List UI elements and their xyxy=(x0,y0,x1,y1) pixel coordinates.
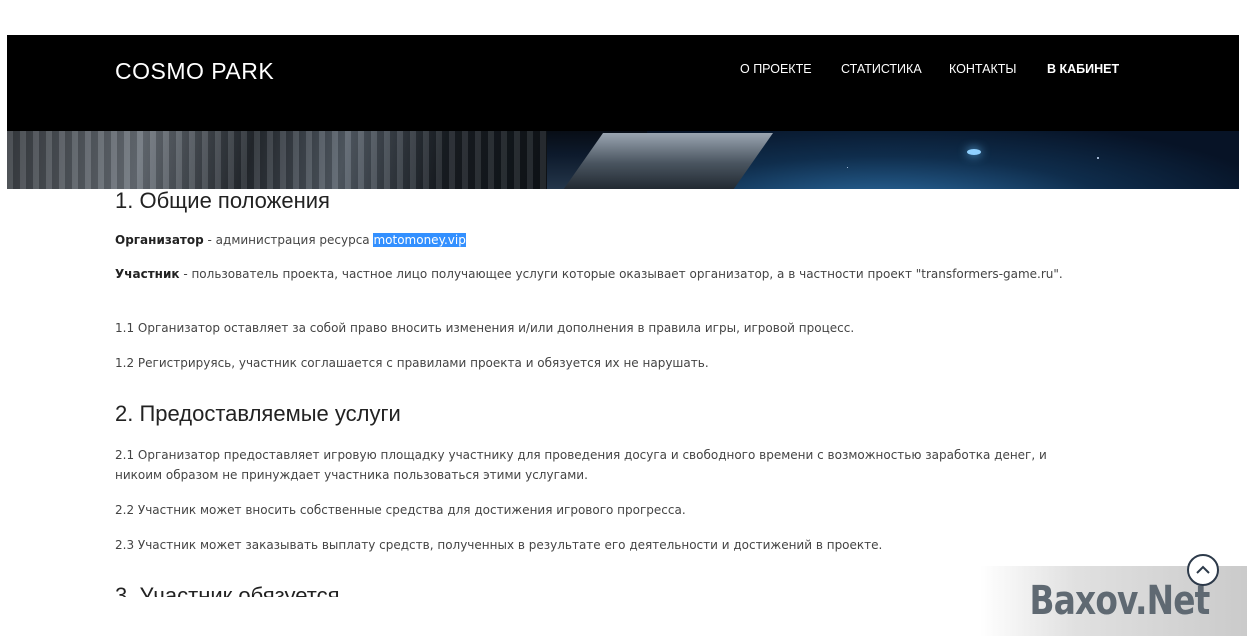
section-title-3: 3. Участник обязуется xyxy=(115,583,340,597)
organizer-text: - администрация ресурса xyxy=(203,233,374,247)
hero-image-left xyxy=(7,127,547,189)
top-nav-bar: COSMO PARK О ПРОЕКТЕ СТАТИСТИКА КОНТАКТЫ… xyxy=(7,35,1239,131)
site-logo[interactable]: COSMO PARK xyxy=(115,58,274,85)
rule-1-1: 1.1 Организатор оставляет за собой право… xyxy=(115,321,855,335)
rule-1-2: 1.2 Регистрируясь, участник соглашается … xyxy=(115,356,709,370)
nav-statistics[interactable]: СТАТИСТИКА xyxy=(841,62,922,76)
section-title-2: 2. Предоставляемые услуги xyxy=(115,401,401,426)
organizer-label: Организатор xyxy=(115,233,204,247)
watermark-text: Baxov.Net xyxy=(1029,578,1210,624)
organizer-paragraph: Организатор - администрация ресурса moto… xyxy=(115,230,1105,250)
rule-2-2: 2.2 Участник может вносить собственные с… xyxy=(115,503,686,517)
section-title-3-clip: 3. Участник обязуется xyxy=(115,579,515,597)
participant-text: - пользователь проекта, частное лицо пол… xyxy=(179,267,1063,281)
nav-contacts[interactable]: КОНТАКТЫ xyxy=(949,62,1016,76)
scroll-top-button[interactable] xyxy=(1187,554,1219,586)
nav-about[interactable]: О ПРОЕКТЕ xyxy=(740,62,812,76)
participant-label: Участник xyxy=(115,267,180,281)
rule-2-3: 2.3 Участник может заказывать выплату ср… xyxy=(115,538,883,552)
participant-paragraph: Участник - пользователь проекта, частное… xyxy=(115,264,1105,284)
rule-2-1: 2.1 Организатор предоставляет игровую пл… xyxy=(115,448,1047,482)
nav-cabinet[interactable]: В КАБИНЕТ xyxy=(1047,62,1119,76)
organizer-link[interactable]: motomoney.vip xyxy=(373,233,466,247)
chevron-up-icon xyxy=(1196,565,1210,574)
hero-header: COSMO PARK О ПРОЕКТЕ СТАТИСТИКА КОНТАКТЫ… xyxy=(7,35,1239,189)
section-title-1: 1. Общие положения xyxy=(115,188,330,213)
